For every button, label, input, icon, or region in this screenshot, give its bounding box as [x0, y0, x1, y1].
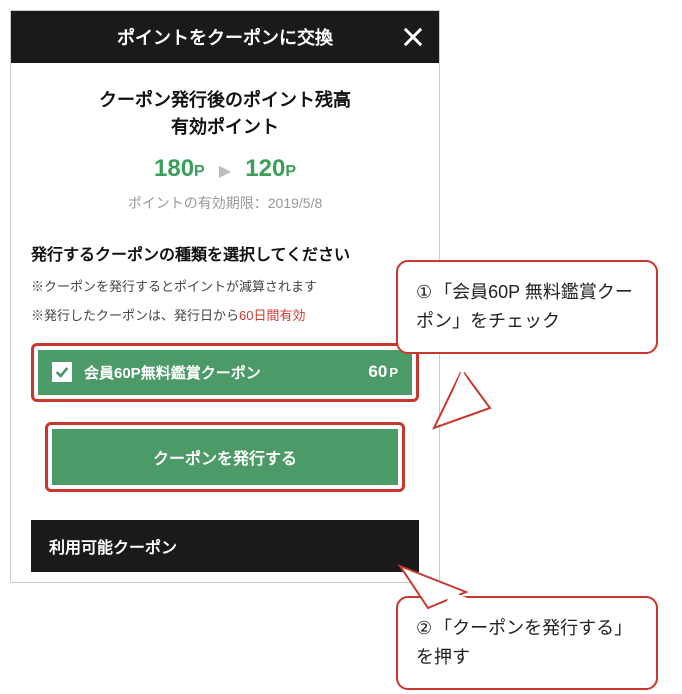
note-deduct: ※クーポンを発行するとポイントが減算されます: [31, 277, 419, 298]
points-after-unit: P: [285, 163, 296, 180]
callout-1-number: ①: [416, 282, 432, 302]
callout-2-text: 「クーポンを発行する」を押す: [416, 618, 632, 667]
note-validity-days: 60日間有効: [239, 308, 305, 323]
callout-2-tail-icon: [398, 564, 468, 610]
annotation-highlight-1: 会員60P無料鑑賞クーポン 60P: [31, 343, 419, 402]
points-after-value: 120: [245, 155, 285, 182]
issue-button-label: クーポンを発行する: [153, 451, 297, 468]
issue-coupon-button[interactable]: クーポンを発行する: [52, 429, 398, 485]
coupon-option-cost: 60P: [368, 362, 398, 382]
expiry-label: ポイントの有効期限：: [128, 195, 268, 211]
note-validity-prefix: ※発行したクーポンは、発行日から: [31, 308, 239, 323]
annotation-highlight-2: クーポンを発行する: [45, 422, 405, 492]
checkbox-checked-icon[interactable]: [52, 362, 72, 382]
arrow-right-icon: ▶: [219, 161, 231, 181]
coupon-option-label: 会員60P無料鑑賞クーポン: [84, 362, 368, 383]
annotation-callout-1: ①「会員60P 無料鑑賞クーポン」をチェック: [396, 260, 658, 354]
coupon-cost-unit: P: [389, 365, 398, 380]
callout-2-number: ②: [416, 618, 432, 638]
select-coupon-heading: 発行するクーポンの種類を選択してください: [31, 241, 419, 265]
titlebar-title: ポイントをクーポンに交換: [117, 24, 333, 50]
points-expiry: ポイントの有効期限：2019/5/8: [31, 193, 419, 213]
balance-heading-line1: クーポン発行後のポイント残高: [31, 87, 419, 114]
coupon-cost-value: 60: [368, 362, 387, 381]
points-before-value: 180: [154, 155, 194, 182]
available-coupons-header: 利用可能クーポン: [31, 520, 419, 572]
annotation-callout-2: ②「クーポンを発行する」を押す: [396, 596, 658, 690]
coupon-option-row[interactable]: 会員60P無料鑑賞クーポン 60P: [38, 350, 412, 395]
callout-1-text: 「会員60P 無料鑑賞クーポン」をチェック: [416, 282, 633, 331]
titlebar: ポイントをクーポンに交換: [11, 11, 439, 63]
close-icon[interactable]: [399, 23, 427, 51]
balance-heading: クーポン発行後のポイント残高 有効ポイント: [31, 87, 419, 141]
points-before-unit: P: [194, 163, 205, 180]
balance-heading-line2: 有効ポイント: [31, 114, 419, 141]
expiry-date: 2019/5/8: [268, 195, 323, 211]
note-validity: ※発行したクーポンは、発行日から60日間有効: [31, 306, 419, 327]
callout-1-tail-icon: [432, 368, 492, 434]
modal-panel: ポイントをクーポンに交換 クーポン発行後のポイント残高 有効ポイント 180P …: [10, 10, 440, 583]
points-row: 180P ▶ 120P: [31, 155, 419, 183]
